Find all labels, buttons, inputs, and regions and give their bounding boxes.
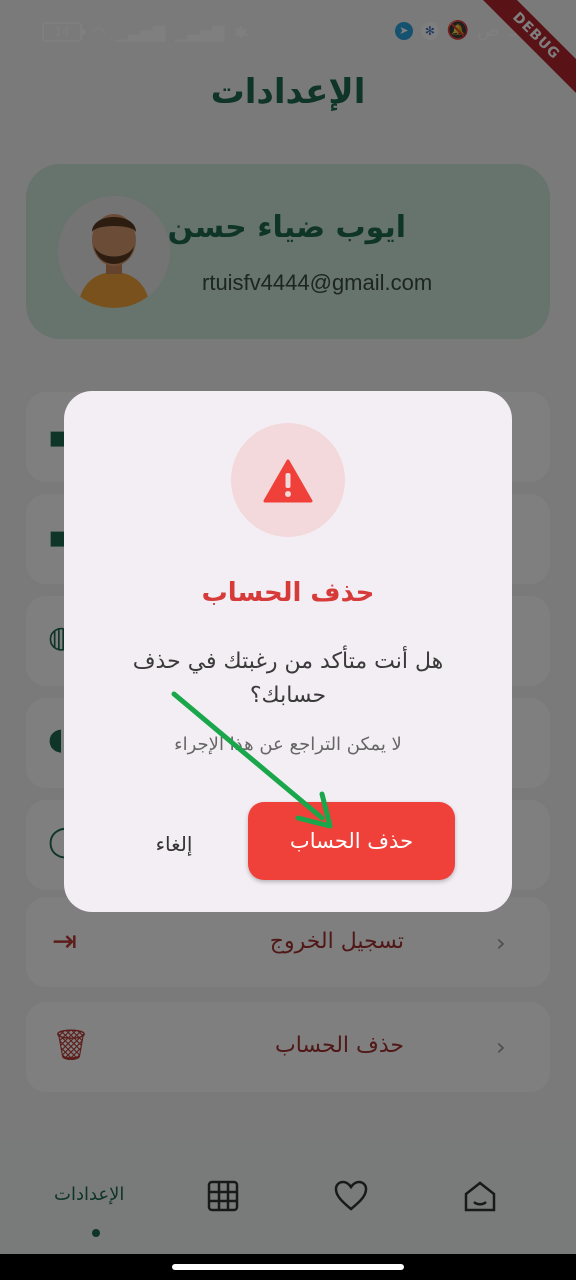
annotation-arrow [171, 691, 333, 829]
